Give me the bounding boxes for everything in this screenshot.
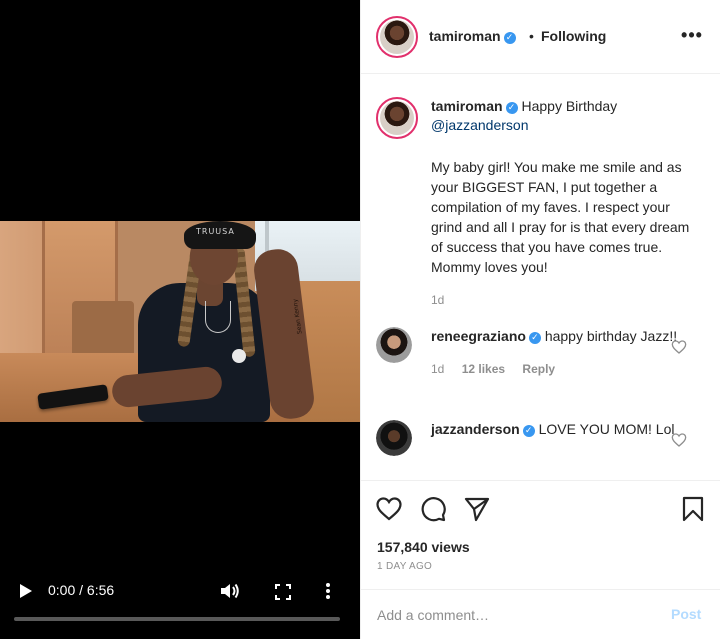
share-paper-plane-icon[interactable]: [463, 495, 491, 523]
comment-body: jazzanderson ✓ LOVE YOU MOM! Lol: [431, 420, 703, 439]
commenter-avatar[interactable]: [376, 420, 412, 456]
verified-badge-icon: ✓: [503, 32, 516, 44]
like-heart-icon[interactable]: [375, 495, 403, 523]
post-options-button[interactable]: •••: [679, 22, 705, 48]
like-comment-heart-icon[interactable]: [671, 339, 687, 355]
comment-age[interactable]: 1d: [431, 362, 444, 376]
post-date[interactable]: 1 DAY AGO: [377, 561, 432, 572]
comments-list[interactable]: tamiroman ✓ Happy Birthday @jazzanderson …: [361, 75, 720, 480]
caption-author-avatar-image: [380, 101, 414, 135]
vertical-dots-icon: [326, 583, 330, 599]
comment-meta: 1d 12 likes Reply: [431, 360, 703, 379]
caption-lead: Happy Birthday: [521, 98, 618, 114]
author-avatar[interactable]: [376, 16, 418, 58]
instagram-post-modal: Sean Kenny TRUUSA 0:00 / 6:56 tamiroman …: [0, 0, 720, 639]
duration: 6:56: [86, 582, 115, 598]
views-count[interactable]: 157,840 views: [377, 539, 470, 555]
caption-text: My baby girl! You make me smile and as y…: [431, 159, 690, 275]
volume-icon: [221, 583, 239, 599]
volume-button[interactable]: [218, 580, 242, 602]
post-actions: 157,840 views 1 DAY AGO Post: [361, 480, 720, 639]
current-time: 0:00: [48, 582, 76, 598]
caption-author-avatar[interactable]: [376, 97, 418, 139]
post-side-panel: tamiroman ✓ • Following ••• tamiroman ✓ Ha…: [360, 0, 720, 639]
more-horizontal-icon: •••: [681, 25, 703, 45]
fullscreen-button[interactable]: [272, 581, 294, 603]
video-progress-bar[interactable]: [14, 617, 340, 621]
caption-username[interactable]: tamiroman: [431, 98, 503, 114]
shirt-badge: [232, 349, 246, 363]
beanie-text: TRUUSA: [196, 227, 235, 236]
comment-input[interactable]: [377, 604, 647, 626]
play-icon: [20, 584, 32, 598]
reply-button[interactable]: Reply: [522, 362, 555, 376]
verified-badge-icon: ✓: [528, 332, 541, 344]
verified-badge-icon: ✓: [522, 425, 535, 437]
time-display: 0:00 / 6:56: [48, 582, 114, 598]
caption-age[interactable]: 1d: [431, 293, 444, 307]
comment-content: reneegraziano ✓ happy birthday Jazz!!: [431, 327, 703, 346]
caption-mention-link[interactable]: @jazzanderson: [431, 117, 529, 133]
like-comment-heart-icon[interactable]: [671, 432, 687, 448]
comment-bubble-icon[interactable]: [419, 495, 447, 523]
comment-username[interactable]: jazzanderson: [431, 421, 520, 437]
video-frame[interactable]: Sean Kenny TRUUSA: [0, 221, 360, 422]
comment-text: happy birthday Jazz!!: [544, 328, 678, 344]
post-header: tamiroman ✓ • Following •••: [361, 0, 720, 74]
fullscreen-icon: [275, 584, 291, 600]
commenter-avatar-image: [376, 327, 412, 363]
following-button[interactable]: Following: [541, 28, 606, 44]
header-separator: •: [529, 28, 534, 44]
person-necklace: [205, 301, 231, 333]
video-more-options-button[interactable]: [318, 580, 338, 602]
commenter-avatar[interactable]: [376, 327, 412, 363]
add-comment-section: Post: [361, 589, 720, 639]
caption-meta: 1d: [431, 291, 703, 310]
comment-username[interactable]: reneegraziano: [431, 328, 526, 344]
video-controls: 0:00 / 6:56: [0, 572, 360, 639]
comment-likes[interactable]: 12 likes: [462, 362, 505, 376]
bookmark-icon[interactable]: [679, 495, 707, 523]
post-comment-button[interactable]: Post: [671, 606, 701, 622]
caption-body: tamiroman ✓ Happy Birthday @jazzanderson …: [431, 97, 703, 310]
caption-header: tamiroman ✓ Happy Birthday @jazzanderson: [431, 97, 703, 135]
author-avatar-image: [380, 20, 414, 54]
commenter-avatar-image: [376, 420, 412, 456]
verified-badge-icon: ✓: [505, 102, 518, 114]
comment-content: jazzanderson ✓ LOVE YOU MOM! Lol: [431, 420, 703, 439]
comment-body: reneegraziano ✓ happy birthday Jazz!! 1d …: [431, 327, 703, 379]
author-username[interactable]: tamiroman ✓: [429, 28, 516, 44]
time-separator: /: [79, 582, 84, 598]
comment-text: LOVE YOU MOM! Lol: [538, 421, 675, 437]
play-button[interactable]: [14, 580, 36, 602]
video-player[interactable]: Sean Kenny TRUUSA 0:00 / 6:56: [0, 0, 360, 639]
author-username-text: tamiroman: [429, 28, 501, 44]
